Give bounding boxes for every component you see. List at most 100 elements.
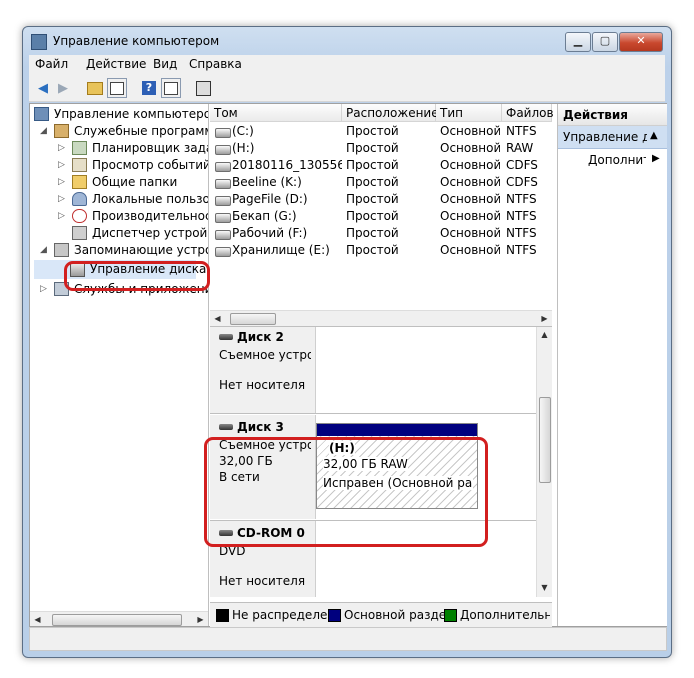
scroll-up-arrow-icon[interactable]: ▲ [537,327,552,342]
volume-type: Основной [440,243,500,257]
collapse-triangle-icon[interactable]: ▷ [58,140,65,157]
menu-help[interactable]: Справка [189,57,242,71]
volume-row[interactable]: (H:) Простой Основной RAW [210,140,552,157]
disk-2-label[interactable]: Диск 2 Съемное устройство Нет носителя [210,327,316,413]
computer-management-icon [31,34,47,50]
scroll-thumb[interactable] [539,397,551,483]
volume-layout: Простой [346,124,399,138]
event-log-icon [72,158,87,172]
menu-action[interactable]: Действие [86,57,146,71]
menu-bar: Файл Действие Вид Справка [29,55,665,75]
volume-name: PageFile (D:) [232,192,308,206]
close-button[interactable]: ✕ [619,32,663,52]
show-hide-tree-icon[interactable] [107,78,127,98]
clock-icon [72,141,87,155]
volume-row[interactable]: Хранилище (E:) Простой Основной NTFS [210,242,552,259]
legend: Не распределен Основной раздел Дополните… [210,602,552,627]
properties-icon[interactable] [193,78,213,98]
volume-type: Основной [440,209,500,223]
volume-type: Основной [440,124,500,138]
device-manager-icon [72,226,87,240]
column-header-volume[interactable]: Том [210,104,342,122]
actions-section-disk-management[interactable]: Управление дисками ▲ [558,126,667,149]
volume-icon [215,230,231,240]
disk-map-vertical-scrollbar[interactable]: ▲ ▼ [536,327,552,597]
computer-icon [34,107,49,121]
client-area: Управление компьютером ◢ Служебные прогр… [29,103,667,627]
volume-layout: Простой [346,141,399,155]
volume-filesystem: NTFS [506,124,537,138]
expand-triangle-icon[interactable]: ◢ [40,242,47,259]
collapse-triangle-icon[interactable]: ▷ [58,191,65,208]
collapse-triangle-icon[interactable]: ▷ [58,208,65,225]
highlight-disk-management [64,261,210,291]
column-header-filesystem[interactable]: Файлов [502,104,554,122]
scroll-down-arrow-icon[interactable]: ▼ [537,580,552,595]
volume-name: Хранилище (E:) [232,243,330,257]
volume-name: Рабочий (F:) [232,226,308,240]
expand-triangle-icon[interactable]: ◢ [40,123,47,140]
console-tree: Управление компьютером ◢ Служебные прогр… [30,104,209,626]
volume-name: (C:) [232,124,254,138]
minimize-button[interactable]: ▁ [565,32,591,52]
collapse-triangle-icon[interactable]: ▷ [58,174,65,191]
collapse-triangle-icon[interactable]: ▷ [58,157,65,174]
scroll-thumb[interactable] [52,614,182,626]
column-header-type[interactable]: Тип [436,104,502,122]
scroll-left-arrow-icon[interactable]: ◀ [30,612,45,626]
legend-swatch-extended [444,609,457,622]
volume-layout: Простой [346,192,399,206]
removable-disk-icon [219,334,233,340]
scroll-right-arrow-icon[interactable]: ▶ [537,311,552,326]
volume-filesystem: CDFS [506,175,538,189]
volume-name: Бекап (G:) [232,209,297,223]
volume-type: Основной [440,175,500,189]
volume-row[interactable]: Бекап (G:) Простой Основной NTFS [210,208,552,225]
actions-pane: Действия Управление дисками ▲ Дополнител… [557,104,667,626]
maximize-button[interactable]: ▢ [592,32,618,52]
column-header-layout[interactable]: Расположение [342,104,439,122]
actions-header: Действия [558,104,667,126]
volume-row[interactable]: (C:) Простой Основной NTFS [210,123,552,140]
volume-type: Основной [440,158,500,172]
menu-view[interactable]: Вид [153,57,177,71]
volume-icon [215,213,231,223]
help-icon[interactable]: ? [139,78,159,98]
volume-filesystem: NTFS [506,243,537,257]
forward-arrow-icon[interactable]: ▶ [53,78,73,98]
volume-type: Основной [440,192,500,206]
volume-filesystem: CDFS [506,158,538,172]
menu-file[interactable]: Файл [35,57,68,71]
volume-icon [215,179,231,189]
back-arrow-icon[interactable]: ◀ [33,78,53,98]
volume-row[interactable]: PageFile (D:) Простой Основной NTFS [210,191,552,208]
volume-list-horizontal-scrollbar[interactable]: ◀ ▶ [210,310,552,326]
volume-layout: Простой [346,175,399,189]
up-folder-icon[interactable] [85,78,105,98]
scroll-right-arrow-icon[interactable]: ▶ [193,612,208,626]
collapse-arrow-icon[interactable]: ▲ [650,130,658,141]
more-actions-item[interactable]: Дополнительные действия ▶ [558,150,667,170]
volume-row[interactable]: 20180116_130556 (I:) Простой Основной CDFS [210,157,552,174]
disk-management-pane: Том Расположение Тип Файлов (C:) Простой О… [210,104,554,626]
volume-icon [215,247,231,257]
volume-layout: Простой [346,158,399,172]
tree-horizontal-scrollbar[interactable]: ◀ ▶ [30,611,208,626]
submenu-arrow-icon: ▶ [652,153,660,164]
scroll-thumb[interactable] [230,313,276,325]
volume-name: 20180116_130556 (I:) [232,158,342,172]
primary-partition-bar [317,424,477,436]
volume-layout: Простой [346,243,399,257]
scroll-left-arrow-icon[interactable]: ◀ [210,311,225,326]
collapse-triangle-icon[interactable]: ▷ [40,281,47,298]
volume-name: (H:) [232,141,255,155]
tools-icon [54,124,69,138]
users-icon [72,192,87,206]
computer-management-window: Управление компьютером ▁ ▢ ✕ Файл Действ… [22,26,672,658]
legend-swatch-unallocated [216,609,229,622]
volume-row[interactable]: Рабочий (F:) Простой Основной NTFS [210,225,552,242]
volume-row[interactable]: Beeline (K:) Простой Основной CDFS [210,174,552,191]
show-hide-action-pane-icon[interactable] [161,78,181,98]
toolbar: ◀ ▶ ? [29,75,665,102]
volume-type: Основной [440,226,500,240]
